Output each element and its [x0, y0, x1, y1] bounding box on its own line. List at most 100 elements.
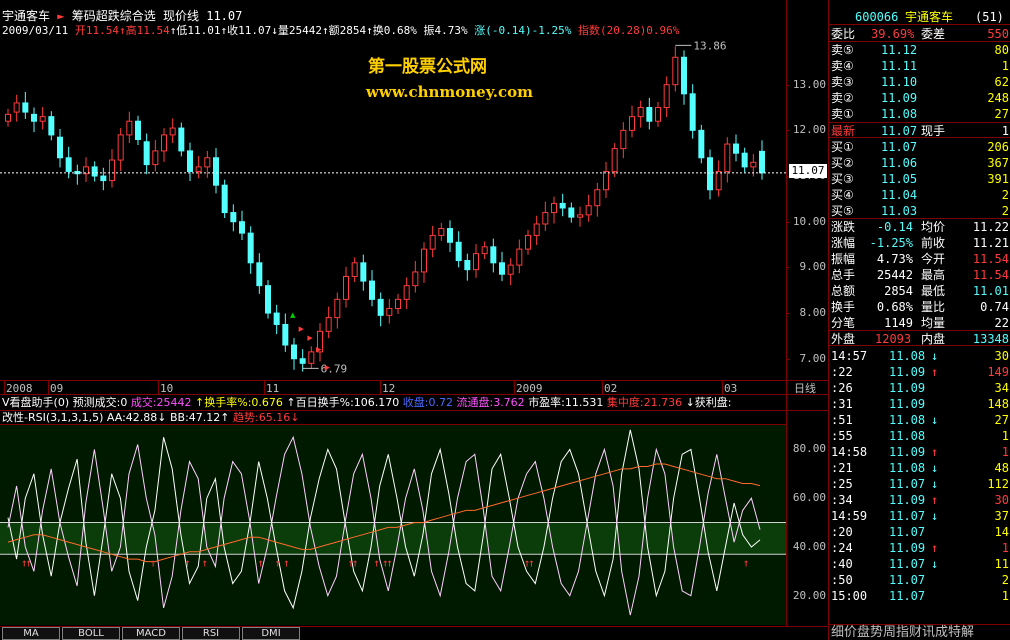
date-tick-label: 2009: [516, 382, 543, 395]
rsi-signal-arrow-icon: ↑: [184, 556, 191, 569]
buy-row[interactable]: 买③ 11.05 391: [829, 171, 1010, 187]
date-tick-mark: [264, 381, 265, 394]
candle: [109, 149, 115, 188]
candle: [152, 139, 159, 172]
tick-direction-icon: ↓: [931, 349, 939, 363]
candle: [135, 115, 141, 145]
stat-label: 均价: [921, 220, 946, 234]
tick-volume: 11: [994, 557, 1009, 571]
book-price: 11.04: [881, 188, 918, 202]
candle: [681, 50, 687, 105]
book-label: 卖③: [831, 75, 854, 89]
tick-time: :51: [831, 413, 853, 427]
sell-row[interactable]: 卖③ 11.10 62: [829, 74, 1010, 90]
buy-row[interactable]: 买④ 11.04 2: [829, 187, 1010, 203]
date-tick-label: 09: [50, 382, 64, 395]
tick-price: 11.09: [889, 381, 926, 395]
tick-row: :24 11.09 ↑ 1: [829, 540, 1010, 556]
indicator-name[interactable]: 筹码超跌综合选: [72, 9, 156, 23]
stat-value: 11.21: [972, 236, 1009, 250]
price-tick-label: 9.00: [799, 260, 827, 274]
buy-row[interactable]: 买① 11.07 206: [829, 139, 1010, 155]
book-price: 11.07: [881, 140, 918, 154]
candle: [655, 102, 661, 127]
period-label[interactable]: 日线: [794, 382, 816, 396]
candle: [65, 146, 72, 179]
tick-volume: 14: [994, 525, 1009, 539]
book-volume: 80: [994, 43, 1009, 57]
buy-row[interactable]: 买⑤ 11.03 2: [829, 203, 1010, 219]
stat-row: 总额 2854 最低 11.01: [829, 283, 1010, 299]
buy-row[interactable]: 买② 11.06 367: [829, 155, 1010, 171]
candle: [273, 304, 280, 335]
candle: [343, 266, 349, 308]
candle: [507, 258, 514, 286]
date-tick-mark: [4, 381, 5, 394]
bottom-tab-strip[interactable]: 细价盘势周指财讯成特解: [831, 625, 974, 640]
rsi-signal-arrow-icon: ↑: [25, 556, 32, 569]
stat-label: 总手: [831, 268, 856, 282]
tick-time: :24: [831, 541, 853, 555]
date-tick-mark: [48, 381, 49, 394]
tick-price: 11.07: [889, 477, 926, 491]
book-price: 11.05: [881, 172, 918, 186]
tick-row: 14:57 11.08 ↓ 30: [829, 348, 1010, 364]
rsi-chart[interactable]: ↑↑ ↑ ↑ ↑ ↑ ↑ ↑ ↑↑ ↑ ↑↑ ↑↑ ↑: [0, 425, 786, 625]
vol-close: 收盘:0.72: [402, 396, 453, 409]
candle: [334, 292, 341, 329]
vol-profit: ↓获利盘:: [685, 396, 732, 409]
weibi-label: 委比: [831, 27, 856, 41]
tick-volume: 149: [987, 365, 1009, 379]
tick-price: 11.09: [889, 541, 926, 555]
candle: [603, 161, 609, 198]
candle: [611, 143, 618, 177]
book-price: 11.11: [881, 59, 918, 73]
vol-prefix[interactable]: V看盘助手(0): [2, 396, 69, 409]
price-tick-mark: [786, 358, 790, 360]
tab-ma[interactable]: MA: [2, 627, 60, 640]
date-tick-mark: [514, 381, 515, 394]
stat-label: 总额: [831, 284, 856, 298]
sell-row[interactable]: 卖② 11.09 248: [829, 90, 1010, 106]
price-chart[interactable]: 13.866.79▲▶▶▶▶: [0, 36, 828, 380]
sell-row[interactable]: 卖⑤ 11.12 80: [829, 42, 1010, 58]
candle: [473, 244, 479, 278]
candle: [369, 270, 375, 307]
sell-row[interactable]: 卖④ 11.11 1: [829, 58, 1010, 74]
sell-row[interactable]: 卖① 11.08 27: [829, 106, 1010, 122]
candle: [360, 254, 367, 291]
price-tick-mark: [786, 267, 790, 269]
tick-direction-icon: ↑: [931, 445, 939, 459]
rsi-legend-bb: BB:47.12↑: [169, 411, 230, 424]
candle: [551, 196, 557, 224]
candle: [395, 293, 401, 314]
stat-value: 11.54: [972, 268, 1009, 282]
candle: [637, 100, 644, 128]
tab-dmi[interactable]: DMI: [242, 627, 300, 640]
date-tick-label: 12: [382, 382, 396, 395]
candle: [291, 338, 297, 370]
tick-time: 15:00: [831, 589, 868, 603]
tick-direction-icon: ↓: [931, 557, 939, 571]
candle: [5, 108, 11, 127]
book-label: 买④: [831, 188, 854, 202]
tick-row: 15:00 11.07 1: [829, 588, 1010, 604]
rsi-title[interactable]: 改性-RSI(3,1,3,1,5): [2, 411, 103, 424]
candle: [421, 242, 427, 283]
high-annotation: 13.86: [693, 39, 726, 52]
quote-code: 600066: [855, 10, 899, 24]
price-tick-mark: [786, 84, 790, 86]
rsi-signal-arrow-icon: ↑: [150, 556, 157, 569]
tick-row: :50 11.07 2: [829, 572, 1010, 588]
stat-value: 25442: [876, 268, 913, 282]
vol-pe: 市盈率:11.531: [528, 396, 604, 409]
tick-time: 14:59: [831, 509, 868, 523]
tab-macd[interactable]: MACD: [122, 627, 180, 640]
tab-boll[interactable]: BOLL: [62, 627, 120, 640]
candle: [629, 105, 635, 138]
stat-label: 涨跌: [831, 220, 856, 234]
buy-signal-icon: ▶: [299, 324, 305, 334]
tab-rsi[interactable]: RSI: [182, 627, 240, 640]
tick-price: 11.09: [889, 493, 926, 507]
price-tick-mark: [786, 313, 790, 315]
